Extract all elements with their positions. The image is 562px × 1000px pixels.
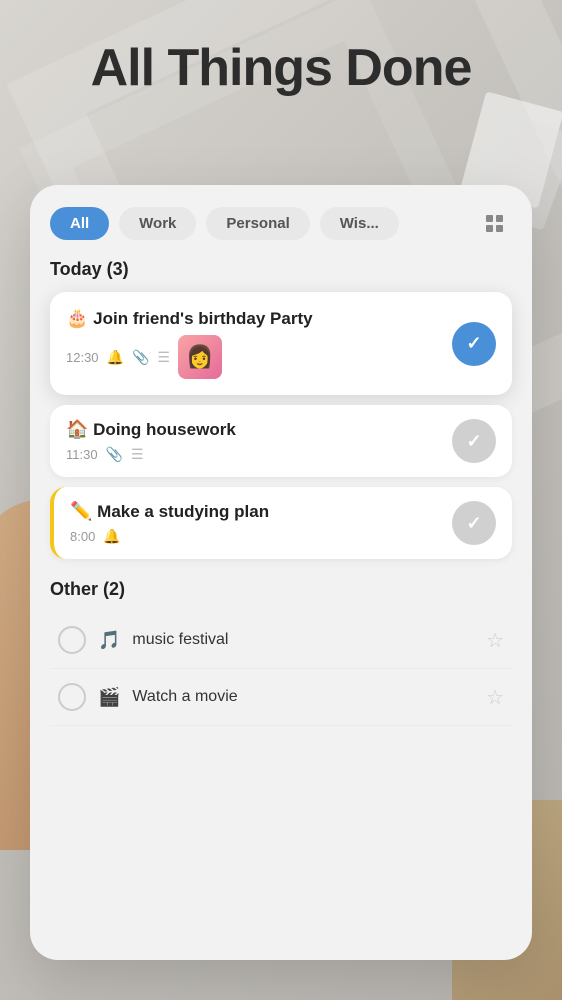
complete-button[interactable]: ✓: [452, 419, 496, 463]
card-inner: All Work Personal Wis... Today (3) 🎂 Joi…: [30, 185, 532, 960]
other-task-label: music festival: [132, 631, 474, 649]
tab-all[interactable]: All: [50, 207, 109, 240]
list-icon: ☰: [157, 349, 170, 366]
task-main: ✏️ Make a studying plan 8:00 🔔: [70, 501, 440, 545]
other-section-header: Other (2): [50, 579, 512, 600]
grid-icon: [486, 215, 503, 232]
checkmark-icon: ✓: [466, 431, 481, 452]
task-emoji: 🏠: [66, 419, 88, 439]
other-task-label: Watch a movie: [132, 688, 474, 706]
task-main: 🎂 Join friend's birthday Party 12:30 🔔 📎…: [66, 308, 440, 379]
circle-check[interactable]: [58, 683, 86, 711]
task-main: 🏠 Doing housework 11:30 📎 ☰: [66, 419, 440, 463]
grid-dot: [486, 225, 493, 232]
grid-view-button[interactable]: [476, 205, 512, 241]
task-emoji: ✏️: [70, 501, 92, 521]
task-row: ✏️ Make a studying plan 8:00 🔔 ✓: [50, 487, 512, 559]
task-time: 8:00: [70, 529, 95, 544]
tab-wishlist[interactable]: Wis...: [320, 207, 399, 240]
app-title: All Things Done: [0, 40, 562, 97]
attachment-icon: 📎: [106, 446, 123, 463]
attachment-icon: 📎: [132, 349, 149, 366]
other-section: Other (2) 🎵 music festival ☆ 🎬 Watch a m…: [50, 579, 512, 726]
star-button[interactable]: ☆: [486, 685, 504, 710]
task-title: 🎂 Join friend's birthday Party: [66, 308, 440, 329]
bell-icon: 🔔: [107, 349, 124, 366]
checkmark-icon: ✓: [466, 513, 481, 534]
grid-dot: [486, 215, 493, 222]
other-task-row: 🎵 music festival ☆: [50, 612, 512, 669]
main-card: All Work Personal Wis... Today (3) 🎂 Joi…: [30, 185, 532, 960]
list-icon: ☰: [131, 446, 144, 463]
tab-work[interactable]: Work: [119, 207, 196, 240]
task-title: 🏠 Doing housework: [66, 419, 440, 440]
grid-dot: [496, 215, 503, 222]
task-meta: 11:30 📎 ☰: [66, 446, 440, 463]
task-time: 11:30: [66, 447, 98, 462]
other-task-emoji: 🎬: [98, 687, 120, 708]
task-emoji: 🎂: [66, 308, 88, 328]
task-title: ✏️ Make a studying plan: [70, 501, 440, 522]
task-meta: 8:00 🔔: [70, 528, 440, 545]
checkmark-icon: ✓: [466, 333, 481, 354]
filter-tabs: All Work Personal Wis...: [50, 205, 512, 241]
grid-dot: [496, 225, 503, 232]
task-row: 🎂 Join friend's birthday Party 12:30 🔔 📎…: [50, 292, 512, 395]
title-section: All Things Done: [0, 40, 562, 97]
task-time: 12:30: [66, 350, 99, 365]
today-section-header: Today (3): [50, 259, 512, 280]
task-thumbnail: 👩: [178, 335, 222, 379]
tab-personal[interactable]: Personal: [206, 207, 309, 240]
complete-button[interactable]: ✓: [452, 501, 496, 545]
circle-check[interactable]: [58, 626, 86, 654]
other-task-emoji: 🎵: [98, 630, 120, 651]
task-row: 🏠 Doing housework 11:30 📎 ☰ ✓: [50, 405, 512, 477]
other-task-row: 🎬 Watch a movie ☆: [50, 669, 512, 726]
star-button[interactable]: ☆: [486, 628, 504, 653]
task-meta: 12:30 🔔 📎 ☰ 👩: [66, 335, 440, 379]
bell-icon: 🔔: [103, 528, 120, 545]
complete-button[interactable]: ✓: [452, 322, 496, 366]
